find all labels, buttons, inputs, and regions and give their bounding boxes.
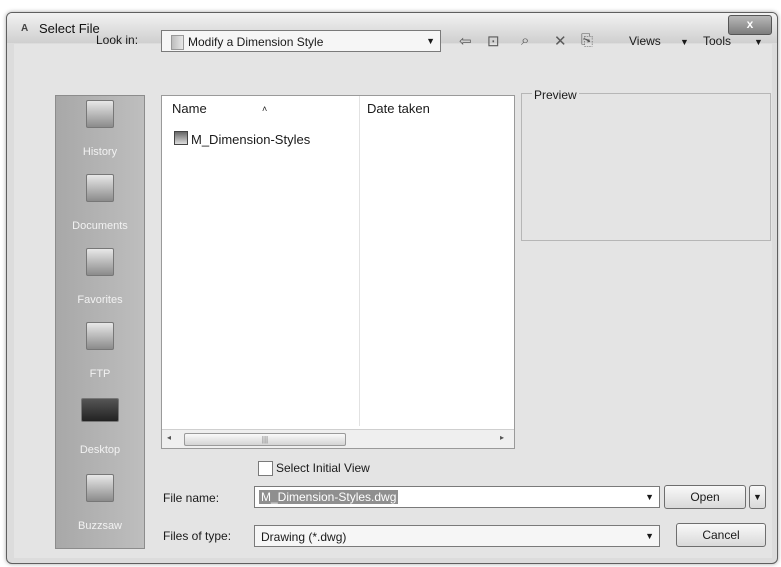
cancel-button[interactable]: Cancel [676, 523, 766, 547]
place-label: Desktop [79, 444, 121, 456]
history-icon [86, 100, 114, 128]
place-label: FTP [89, 368, 111, 380]
places-sidebar: History Documents Favorites FTP Desktop … [55, 95, 145, 549]
place-label: Documents [72, 220, 128, 232]
place-ftp[interactable]: FTP [56, 318, 144, 392]
horizontal-scrollbar[interactable]: ◂ ||| ▸ [162, 429, 514, 448]
place-label: Buzzsaw [77, 520, 123, 532]
dwg-file-icon [174, 131, 188, 145]
place-buzzsaw[interactable]: Buzzsaw [56, 470, 144, 544]
desktop-icon [81, 398, 119, 422]
window-title: Select File [39, 21, 100, 36]
look-in-label: Look in: [96, 33, 139, 47]
files-of-type-value: Drawing (*.dwg) [261, 530, 347, 544]
place-label: History [82, 146, 118, 158]
select-initial-view-label: Select Initial View [276, 461, 370, 475]
preview-label: Preview [532, 88, 579, 102]
new-folder-icon[interactable]: ⎘ [581, 32, 593, 49]
scroll-right-icon[interactable]: ▸ [500, 433, 504, 442]
buzzsaw-icon [86, 474, 114, 502]
ftp-icon [86, 322, 114, 350]
views-menu[interactable]: Views [629, 34, 661, 48]
up-folder-icon[interactable]: ⊡ [487, 32, 500, 50]
look-in-dropdown[interactable]: Modify a Dimension Style ▼ [161, 30, 441, 52]
place-documents[interactable]: Documents [56, 170, 144, 244]
open-button[interactable]: Open [664, 485, 746, 509]
close-button[interactable]: x [728, 15, 772, 35]
column-header-date-taken[interactable]: Date taken [367, 96, 430, 122]
tools-chevron-icon[interactable]: ▼ [754, 37, 763, 47]
chevron-down-icon: ▼ [645, 531, 654, 541]
views-chevron-icon[interactable]: ▼ [680, 37, 689, 47]
files-of-type-dropdown[interactable]: Drawing (*.dwg) ▼ [254, 525, 660, 547]
column-divider [359, 96, 360, 426]
file-name-value: M_Dimension-Styles.dwg [259, 490, 399, 504]
search-web-icon[interactable]: ⌕ [521, 32, 529, 49]
place-history[interactable]: History [56, 96, 144, 170]
select-initial-view-checkbox[interactable] [258, 461, 273, 476]
files-of-type-label: Files of type: [163, 529, 232, 543]
sort-ascending-icon: ˄ [262, 104, 268, 114]
file-name-input[interactable]: M_Dimension-Styles.dwg ▼ [254, 486, 660, 508]
file-name-label: File name: [163, 491, 220, 505]
chevron-down-icon: ▼ [426, 36, 435, 46]
look-in-value: Modify a Dimension Style [188, 35, 324, 49]
autocad-app-icon: A [21, 23, 29, 34]
documents-icon [86, 174, 114, 202]
file-name: M_Dimension-Styles [191, 132, 311, 147]
scroll-thumb[interactable]: ||| [184, 433, 346, 446]
preview-panel [521, 93, 771, 241]
place-label: Favorites [77, 294, 123, 306]
favorites-icon [86, 248, 114, 276]
open-options-button[interactable]: ▼ [749, 485, 766, 509]
scroll-left-icon[interactable]: ◂ [167, 433, 171, 442]
file-list-item[interactable]: M_Dimension-Styles [174, 131, 310, 147]
tools-menu[interactable]: Tools [703, 34, 731, 48]
file-list[interactable]: Name ˄ Date taken M_Dimension-Styles ◂ |… [161, 95, 515, 449]
place-favorites[interactable]: Favorites [56, 244, 144, 318]
place-desktop[interactable]: Desktop [56, 394, 144, 468]
delete-icon[interactable]: ✕ [554, 32, 567, 50]
column-header-name[interactable]: Name [172, 96, 207, 122]
file-name-dropdown-icon[interactable]: ▼ [645, 492, 654, 502]
folder-icon [171, 35, 184, 50]
back-arrow-icon[interactable]: ⇦ [459, 32, 472, 50]
